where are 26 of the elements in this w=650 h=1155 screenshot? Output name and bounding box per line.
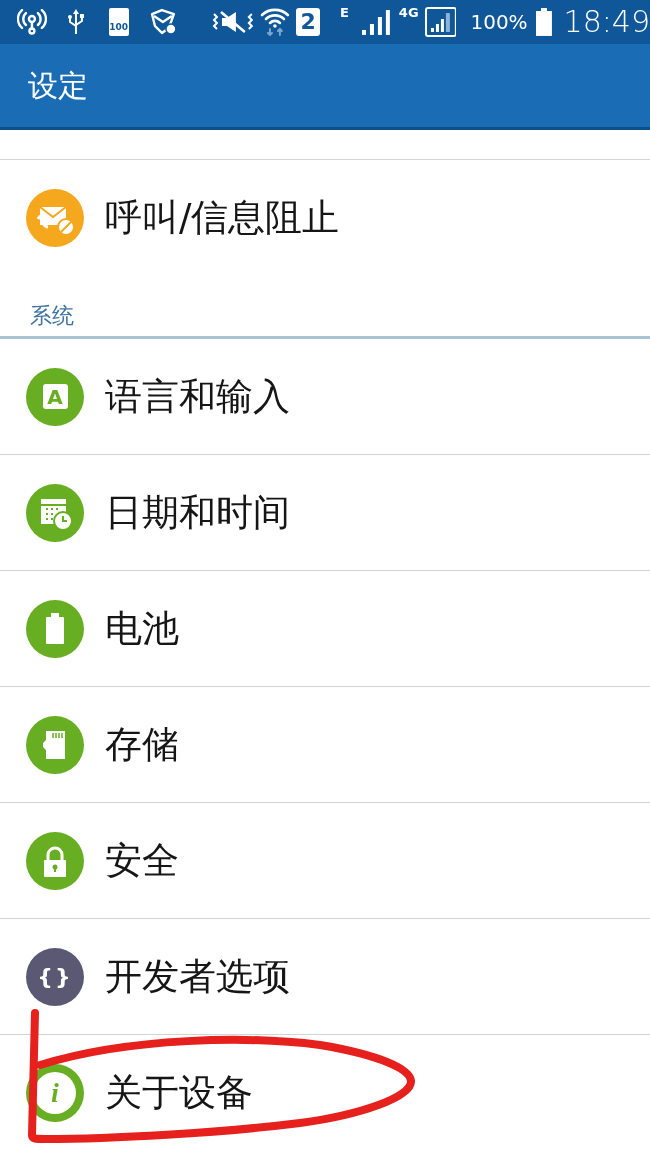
signal-icon: [424, 7, 457, 37]
settings-item[interactable]: 日期和时间: [0, 455, 650, 571]
mute-vibrate-icon: [211, 10, 254, 34]
clock-time: 18:49: [563, 7, 650, 37]
section-header: 系统: [30, 305, 74, 327]
settings-item[interactable]: A 语言和输入: [0, 339, 650, 455]
letter-icon: A: [26, 367, 84, 426]
sim-badge: 2: [296, 8, 321, 36]
code-braces-icon: {}: [26, 947, 84, 1006]
settings-item[interactable]: 电池: [0, 571, 650, 687]
battery-saver-badge: 100: [108, 8, 129, 36]
settings-item[interactable]: 安全: [0, 803, 650, 919]
battery-icon: [535, 8, 552, 36]
network-type: E: [340, 6, 349, 19]
usb-icon: [66, 9, 85, 35]
hotspot-icon: [17, 9, 47, 35]
settings-item[interactable]: 存储: [0, 687, 650, 803]
wifi-icon: [260, 8, 291, 36]
settings-item[interactable]: i 关于设备: [0, 1035, 650, 1150]
app-bar-title: 设定: [28, 70, 88, 101]
signal-icon: [361, 8, 393, 36]
settings-item[interactable]: 呼叫/信息阻止: [0, 160, 650, 275]
network-type: 4G: [398, 6, 419, 19]
settings-item[interactable]: {} 开发者选项: [0, 919, 650, 1035]
battery-percent: 100%: [470, 12, 528, 32]
message-shield-icon: [148, 8, 179, 36]
